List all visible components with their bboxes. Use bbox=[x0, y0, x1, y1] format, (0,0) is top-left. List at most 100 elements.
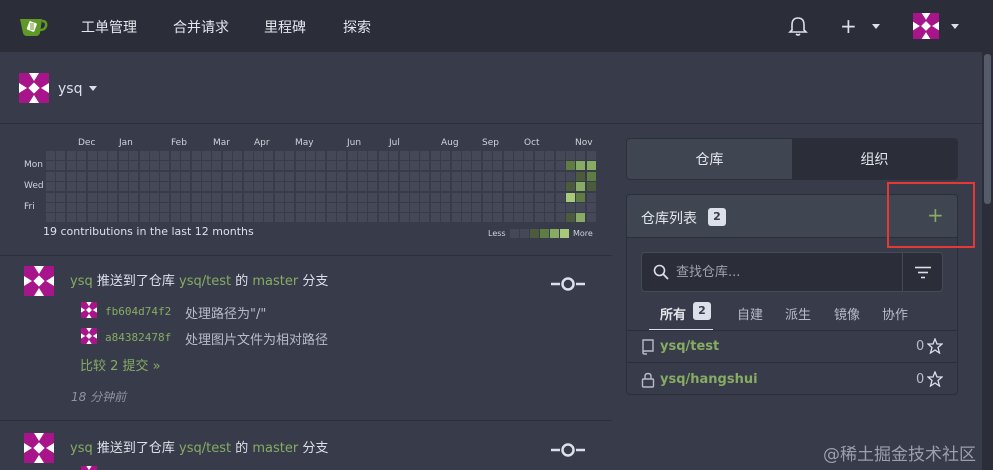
heatmap-cell[interactable] bbox=[389, 192, 399, 202]
heatmap-cell[interactable] bbox=[316, 192, 326, 202]
heatmap-cell[interactable] bbox=[430, 203, 440, 212]
heatmap-cell[interactable] bbox=[534, 213, 544, 223]
heatmap-cell[interactable] bbox=[545, 203, 555, 212]
heatmap-cell[interactable] bbox=[503, 203, 513, 212]
heatmap-cell[interactable] bbox=[555, 213, 565, 223]
heatmap-cell[interactable] bbox=[389, 203, 399, 212]
heatmap-cell[interactable] bbox=[191, 171, 201, 181]
heatmap-cell[interactable] bbox=[66, 171, 76, 181]
heatmap-cell[interactable] bbox=[222, 171, 232, 181]
heatmap-cell[interactable] bbox=[56, 213, 66, 223]
nav-issues[interactable]: 工单管理 bbox=[81, 17, 137, 37]
heatmap-cell[interactable] bbox=[243, 151, 253, 160]
heatmap-cell[interactable] bbox=[295, 151, 305, 160]
heatmap-cell[interactable] bbox=[306, 203, 315, 212]
heatmap-cell[interactable] bbox=[181, 203, 191, 212]
heatmap-cell[interactable] bbox=[358, 151, 367, 160]
heatmap-cell[interactable] bbox=[472, 213, 482, 223]
heatmap-cell[interactable] bbox=[77, 171, 87, 181]
subtab-forks[interactable]: 派生 bbox=[785, 304, 811, 323]
heatmap-cell[interactable] bbox=[378, 192, 388, 202]
heatmap-cell[interactable] bbox=[451, 182, 461, 192]
heatmap-cell[interactable] bbox=[285, 151, 295, 160]
heatmap-cell[interactable] bbox=[285, 182, 295, 192]
heatmap-cell[interactable] bbox=[576, 213, 586, 223]
heatmap-cell[interactable] bbox=[514, 182, 523, 192]
heatmap-cell[interactable] bbox=[202, 171, 211, 181]
heatmap-cell[interactable] bbox=[410, 182, 419, 192]
heatmap-cell[interactable] bbox=[191, 192, 201, 202]
heatmap-cell[interactable] bbox=[545, 192, 555, 202]
heatmap-cell[interactable] bbox=[243, 192, 253, 202]
heatmap-cell[interactable] bbox=[87, 161, 97, 171]
heatmap-cell[interactable] bbox=[576, 203, 586, 212]
heatmap-cell[interactable] bbox=[441, 192, 451, 202]
heatmap-cell[interactable] bbox=[56, 182, 66, 192]
heatmap-cell[interactable] bbox=[399, 161, 409, 171]
heatmap-cell[interactable] bbox=[202, 213, 211, 223]
heatmap-cell[interactable] bbox=[337, 151, 347, 160]
heatmap-cell[interactable] bbox=[202, 161, 211, 171]
heatmap-cell[interactable] bbox=[399, 151, 409, 160]
heatmap-cell[interactable] bbox=[576, 161, 586, 171]
heatmap-cell[interactable] bbox=[150, 161, 159, 171]
heatmap-cell[interactable] bbox=[150, 213, 159, 223]
heatmap-cell[interactable] bbox=[410, 213, 419, 223]
heatmap-cell[interactable] bbox=[295, 213, 305, 223]
heatmap-cell[interactable] bbox=[202, 182, 211, 192]
heatmap-cell[interactable] bbox=[358, 213, 367, 223]
compare-commits-link[interactable]: 比较 2 提交 » bbox=[80, 355, 161, 374]
repo-search-input[interactable] bbox=[676, 253, 896, 291]
heatmap-cell[interactable] bbox=[430, 182, 440, 192]
heatmap-cell[interactable] bbox=[108, 203, 118, 212]
heatmap-cell[interactable] bbox=[274, 203, 284, 212]
heatmap-cell[interactable] bbox=[347, 213, 357, 223]
heatmap-cell[interactable] bbox=[368, 151, 378, 160]
heatmap-cell[interactable] bbox=[285, 213, 295, 223]
heatmap-cell[interactable] bbox=[77, 151, 87, 160]
heatmap-cell[interactable] bbox=[98, 161, 107, 171]
heatmap-cell[interactable] bbox=[66, 182, 76, 192]
heatmap-cell[interactable] bbox=[295, 192, 305, 202]
heatmap-cell[interactable] bbox=[555, 171, 565, 181]
nav-explore[interactable]: 探索 bbox=[343, 17, 371, 37]
heatmap-cell[interactable] bbox=[326, 171, 336, 181]
heatmap-cell[interactable] bbox=[181, 213, 191, 223]
heatmap-cell[interactable] bbox=[566, 171, 575, 181]
heatmap-cell[interactable] bbox=[493, 171, 503, 181]
heatmap-cell[interactable] bbox=[368, 203, 378, 212]
heatmap-cell[interactable] bbox=[316, 171, 326, 181]
heatmap-cell[interactable] bbox=[586, 192, 596, 202]
heatmap-cell[interactable] bbox=[378, 161, 388, 171]
heatmap-cell[interactable] bbox=[472, 203, 482, 212]
heatmap-cell[interactable] bbox=[98, 203, 107, 212]
heatmap-cell[interactable] bbox=[66, 192, 76, 202]
heatmap-cell[interactable] bbox=[503, 182, 513, 192]
heatmap-cell[interactable] bbox=[243, 161, 253, 171]
heatmap-cell[interactable] bbox=[493, 203, 503, 212]
heatmap-cell[interactable] bbox=[534, 151, 544, 160]
heatmap-cell[interactable] bbox=[493, 182, 503, 192]
heatmap-cell[interactable] bbox=[430, 171, 440, 181]
heatmap-cell[interactable] bbox=[316, 182, 326, 192]
heatmap-cell[interactable] bbox=[420, 161, 430, 171]
heatmap-cell[interactable] bbox=[441, 151, 451, 160]
heatmap-cell[interactable] bbox=[202, 192, 211, 202]
heatmap-cell[interactable] bbox=[254, 192, 263, 202]
heatmap-cell[interactable] bbox=[129, 213, 139, 223]
avatar[interactable] bbox=[24, 266, 54, 296]
heatmap-cell[interactable] bbox=[243, 213, 253, 223]
heatmap-cell[interactable] bbox=[285, 161, 295, 171]
heatmap-cell[interactable] bbox=[212, 151, 222, 160]
heatmap-cell[interactable] bbox=[399, 213, 409, 223]
heatmap-cell[interactable] bbox=[524, 213, 534, 223]
heatmap-cell[interactable] bbox=[254, 213, 263, 223]
heatmap-cell[interactable] bbox=[46, 151, 55, 160]
heatmap-cell[interactable] bbox=[274, 151, 284, 160]
heatmap-cell[interactable] bbox=[420, 171, 430, 181]
heatmap-cell[interactable] bbox=[586, 151, 596, 160]
heatmap-cell[interactable] bbox=[222, 151, 232, 160]
heatmap-cell[interactable] bbox=[129, 161, 139, 171]
heatmap-cell[interactable] bbox=[586, 203, 596, 212]
heatmap-cell[interactable] bbox=[555, 203, 565, 212]
